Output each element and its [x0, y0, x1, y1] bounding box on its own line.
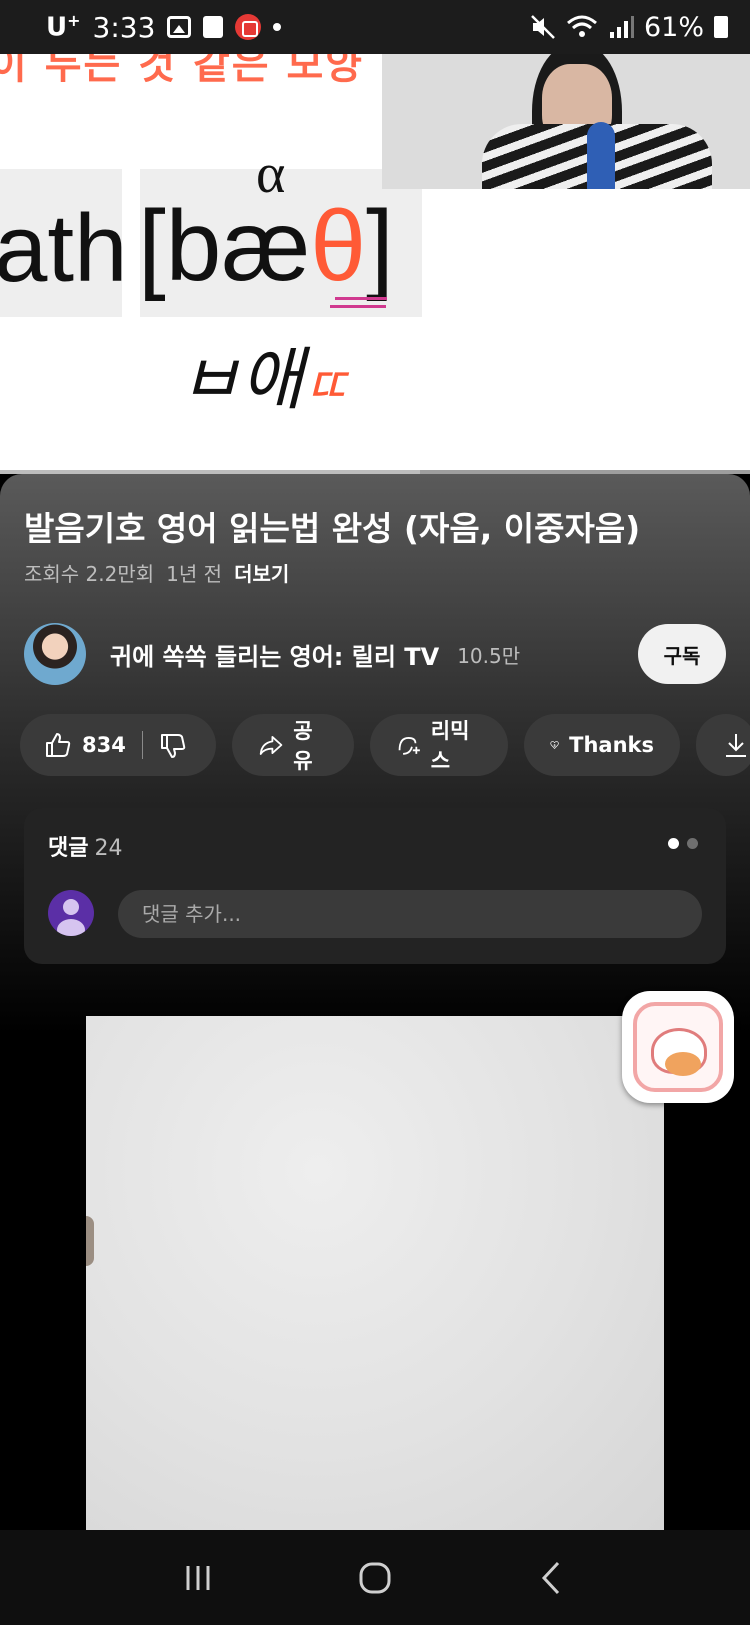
recents-icon — [186, 1565, 210, 1590]
back-button[interactable] — [522, 1548, 582, 1608]
view-count: 조회수 2.2만회 — [24, 562, 155, 586]
video-word: ath — [0, 195, 128, 302]
action-bar: 834 공유 리믹스 $ Thanks — [20, 714, 750, 776]
like-button[interactable]: 834 — [44, 731, 126, 759]
theta-underline — [335, 297, 387, 300]
preview-edge-object — [86, 1216, 94, 1266]
screen-recorder-icon — [235, 14, 262, 40]
more-notifications-icon — [273, 23, 282, 31]
video-meta: 조회수 2.2만회 1년 전 더보기 — [24, 558, 289, 587]
status-left: U+ 3:33 — [46, 10, 282, 44]
comments-header: 댓글 24 — [48, 830, 122, 862]
subscriber-count: 10.5만 — [457, 643, 521, 668]
gallery-notification-icon — [167, 16, 192, 38]
comments-label: 댓글 — [48, 836, 89, 861]
next-video-preview[interactable] — [86, 1016, 664, 1530]
video-title[interactable]: 발음기호 영어 읽는법 완성 (자음, 이중자음) — [24, 502, 640, 550]
mute-icon — [531, 15, 555, 39]
back-icon — [541, 1561, 559, 1594]
video-hangul: ㅂ애ㄸ — [178, 341, 350, 420]
download-button[interactable] — [696, 714, 750, 776]
video-caption-top: 이 두는 것 같은 모양 — [0, 54, 365, 88]
page-dot-active — [668, 838, 679, 849]
channel-avatar[interactable] — [24, 623, 86, 685]
home-button[interactable] — [345, 1548, 405, 1608]
heart-dollar-icon: $ — [550, 741, 559, 749]
user-avatar-icon — [48, 890, 94, 936]
remix-icon — [398, 737, 420, 755]
status-right: 61% — [530, 12, 728, 43]
recents-button[interactable] — [168, 1548, 228, 1608]
page-dot — [687, 838, 698, 849]
battery-icon — [714, 16, 728, 38]
like-separator — [141, 731, 143, 759]
thanks-button[interactable]: $ Thanks — [524, 714, 680, 776]
add-comment-input[interactable] — [118, 890, 702, 938]
clock: 3:33 — [92, 10, 156, 44]
subscribe-button[interactable]: 구독 — [638, 624, 726, 684]
share-button[interactable]: 공유 — [232, 714, 354, 776]
channel-name[interactable]: 귀에 쏙쏙 들리는 영어: 릴리 TV — [110, 637, 439, 672]
system-nav-bar — [0, 1530, 750, 1625]
signal-icon — [609, 16, 634, 38]
video-player[interactable]: 이 두는 것 같은 모양 ath α [bæθ] ㅂ애ㄸ — [0, 54, 750, 474]
theta-underline-2 — [330, 305, 386, 308]
like-count: 834 — [82, 733, 126, 757]
thumbs-up-icon — [46, 733, 71, 757]
share-label: 공유 — [293, 719, 313, 773]
presenter-webcam — [382, 54, 750, 189]
microphone — [587, 122, 615, 189]
wifi-icon — [567, 15, 597, 37]
card-notification-icon — [203, 16, 224, 38]
thumbs-down-icon[interactable] — [159, 731, 187, 759]
comments-page-indicator — [668, 838, 698, 849]
remix-button[interactable]: 리믹스 — [370, 714, 508, 776]
duck-mascot-icon — [633, 1002, 723, 1092]
video-phonetic: [bæθ] — [138, 190, 394, 302]
status-bar: U+ 3:33 61% — [0, 0, 750, 54]
share-arrow-icon — [259, 735, 283, 755]
home-icon — [359, 1562, 391, 1593]
channel-row[interactable]: 귀에 쏙쏙 들리는 영어: 릴리 TV 10.5만 구독 — [24, 622, 726, 686]
thanks-label: Thanks — [569, 733, 654, 757]
duck-beak — [665, 1052, 701, 1076]
carrier-label: U+ — [46, 11, 81, 43]
comments-section[interactable]: 댓글 24 — [24, 808, 726, 964]
more-button[interactable]: 더보기 — [234, 558, 289, 587]
upload-age: 1년 전 — [166, 562, 223, 586]
floating-app-bubble[interactable] — [622, 991, 734, 1103]
battery-percent: 61% — [643, 11, 704, 43]
comments-count: 24 — [94, 836, 123, 861]
download-icon — [726, 734, 746, 757]
remix-label: 리믹스 — [430, 719, 470, 773]
like-dislike-pill: 834 — [20, 714, 216, 776]
